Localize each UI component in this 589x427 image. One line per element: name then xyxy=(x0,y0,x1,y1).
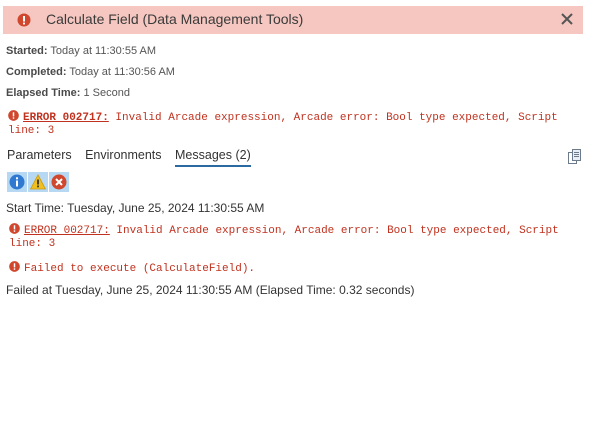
close-icon[interactable] xyxy=(557,9,577,29)
completed-label: Completed: xyxy=(6,66,67,78)
failed-at-message: Failed at Tuesday, June 25, 2024 11:30:5… xyxy=(6,283,415,297)
info-icon xyxy=(9,174,25,190)
info-filter-button[interactable] xyxy=(7,172,27,192)
elapsed-label: Elapsed Time: xyxy=(6,87,81,99)
warning-icon xyxy=(30,174,46,190)
error-icon xyxy=(9,223,20,234)
start-time-message: Start Time: Tuesday, June 25, 2024 11:30… xyxy=(6,201,265,215)
error-filter-button[interactable] xyxy=(49,172,69,192)
error-icon xyxy=(8,110,19,121)
started-row: Started: Today at 11:30:55 AM xyxy=(6,45,156,57)
tool-title: Calculate Field (Data Management Tools) xyxy=(46,11,304,27)
error-icon xyxy=(51,174,67,190)
error-banner: Calculate Field (Data Management Tools) xyxy=(3,6,583,34)
completed-row: Completed: Today at 11:30:56 AM xyxy=(6,66,175,78)
error-code-link[interactable]: ERROR 002717: xyxy=(23,112,109,124)
tab-messages[interactable]: Messages (2) xyxy=(175,148,251,167)
error-icon xyxy=(17,13,31,27)
failed-execute-text: Failed to execute (CalculateField). xyxy=(24,263,256,275)
started-label: Started: xyxy=(6,45,48,57)
copy-icon[interactable] xyxy=(567,149,583,165)
error-code-link[interactable]: ERROR 002717: xyxy=(24,225,110,237)
error-message: ERROR 002717: Invalid Arcade expression,… xyxy=(9,223,565,251)
warning-filter-button[interactable] xyxy=(28,172,48,192)
started-value: Today at 11:30:55 AM xyxy=(50,45,157,57)
tab-environments[interactable]: Environments xyxy=(85,148,161,165)
completed-value: Today at 11:30:56 AM xyxy=(69,66,175,78)
elapsed-value: 1 Second xyxy=(83,87,130,99)
summary-error-message: ERROR 002717: Invalid Arcade expression,… xyxy=(8,110,564,138)
tab-parameters[interactable]: Parameters xyxy=(7,148,72,165)
error-icon xyxy=(9,261,20,272)
tab-bar: Parameters Environments Messages (2) xyxy=(7,148,261,170)
failed-execute-message: Failed to execute (CalculateField). xyxy=(9,261,565,276)
elapsed-row: Elapsed Time: 1 Second xyxy=(6,87,130,99)
message-filters xyxy=(7,172,70,192)
